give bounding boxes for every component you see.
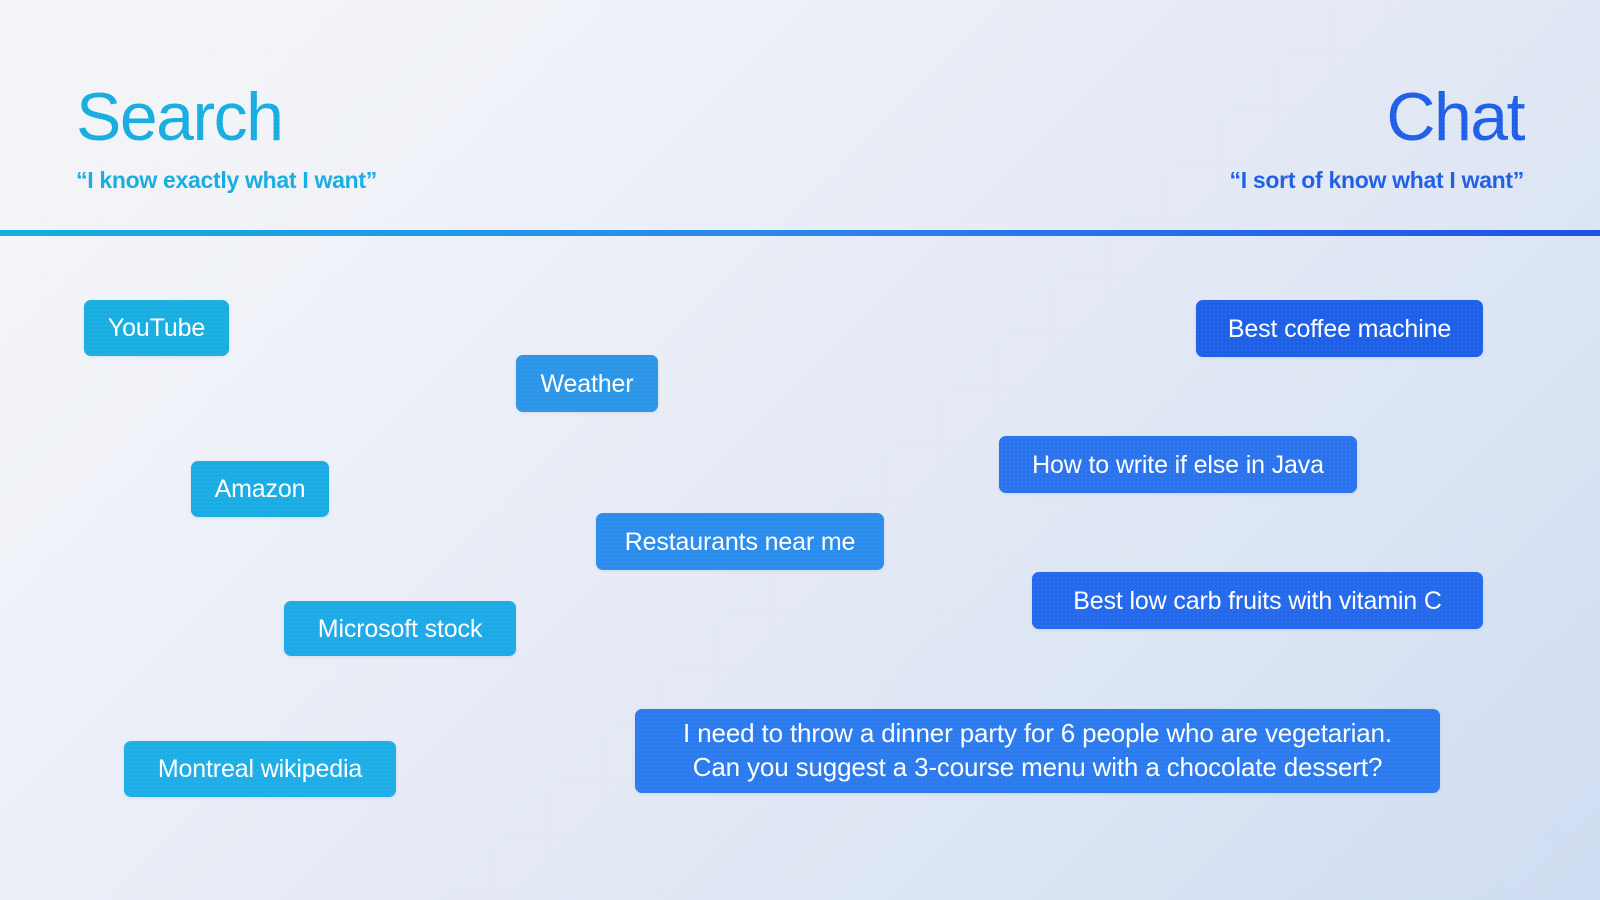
chat-title: Chat	[1386, 79, 1525, 155]
header-band: Search “I know exactly what I want” Chat…	[0, 0, 1600, 232]
query-pill-chat[interactable]: Best coffee machine	[1196, 300, 1483, 357]
chat-subtitle: “I sort of know what I want”	[1229, 166, 1525, 193]
query-pill-search[interactable]: Restaurants near me	[596, 513, 884, 570]
search-header-column: Search “I know exactly what I want”	[76, 79, 377, 194]
query-pill-search[interactable]: Amazon	[191, 461, 329, 517]
search-title: Search	[76, 79, 284, 155]
query-pill-search[interactable]: Microsoft stock	[284, 601, 516, 656]
gradient-divider	[0, 230, 1600, 236]
query-pill-chat[interactable]: I need to throw a dinner party for 6 peo…	[635, 709, 1440, 793]
query-pill-chat[interactable]: Best low carb fruits with vitamin C	[1032, 572, 1483, 629]
query-pill-search[interactable]: Weather	[516, 355, 658, 412]
chat-header-column: Chat “I sort of know what I want”	[1229, 79, 1526, 194]
query-pill-chat[interactable]: How to write if else in Java	[999, 436, 1357, 493]
search-subtitle: “I know exactly what I want”	[76, 166, 377, 193]
query-pill-search[interactable]: YouTube	[84, 300, 229, 356]
query-pill-search[interactable]: Montreal wikipedia	[124, 741, 396, 797]
comparison-diagram: Search “I know exactly what I want” Chat…	[0, 0, 1600, 900]
